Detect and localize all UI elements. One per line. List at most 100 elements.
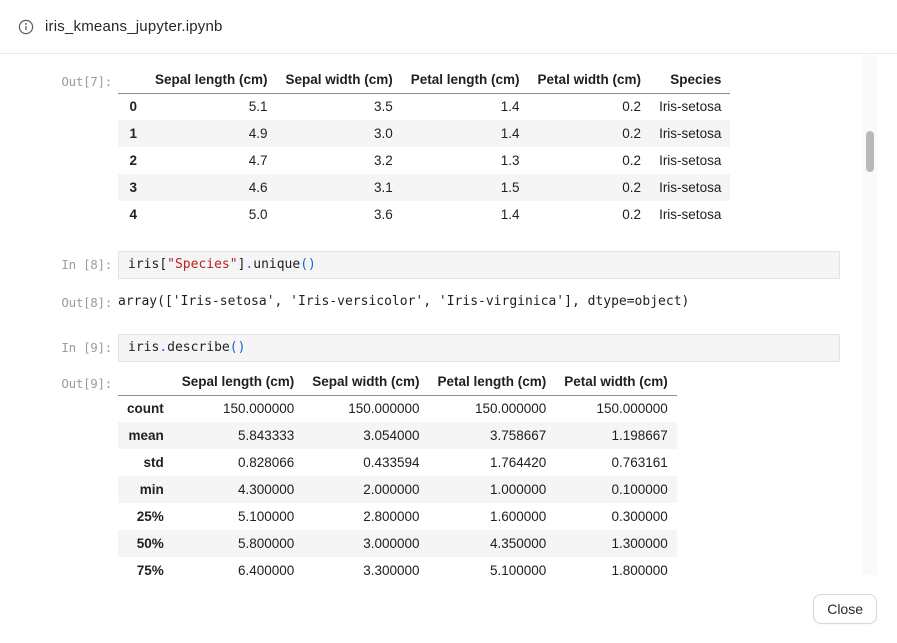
table-cell: 0.300000 [555, 503, 677, 530]
code-token-plain: [ [159, 257, 167, 272]
table-cell: 1.764420 [429, 449, 556, 476]
table-header-row: Sepal length (cm)Sepal width (cm)Petal l… [118, 68, 730, 93]
table-row: 45.03.61.40.2Iris-setosa [118, 201, 730, 228]
table-cell: 3.300000 [303, 557, 428, 575]
table-cell: 5.843333 [173, 422, 304, 449]
code-token-paren: ) [308, 257, 316, 272]
code-input: iris["Species"].unique() [118, 251, 840, 279]
modal-footer: Close [0, 575, 897, 643]
table-cell: 5.100000 [173, 503, 304, 530]
dataframe-head-table: Sepal length (cm)Sepal width (cm)Petal l… [118, 68, 730, 228]
cell-out7: Out[7]: Sepal length (cm)Sepal width (cm… [0, 68, 897, 228]
table-cell: 1.4 [402, 201, 529, 228]
file-preview-modal: iris_kmeans_jupyter.ipynb Out[7]: Sepal … [0, 0, 897, 643]
code-token-paren: ( [230, 340, 238, 355]
row-index: 25% [118, 503, 173, 530]
table-cell: Iris-setosa [650, 120, 730, 147]
table-row: 24.73.21.30.2Iris-setosa [118, 147, 730, 174]
table-cell: 3.054000 [303, 422, 428, 449]
code-token-plain: describe [167, 340, 230, 355]
row-index: min [118, 476, 173, 503]
table-cell: 0.828066 [173, 449, 304, 476]
table-cell: 4.9 [146, 120, 277, 147]
vertical-scrollbar-track[interactable] [863, 55, 877, 575]
table-cell: 1.4 [402, 93, 529, 120]
close-button[interactable]: Close [813, 594, 877, 624]
text-output: array(['Iris-setosa', 'Iris-versicolor',… [118, 289, 689, 309]
column-header: Petal length (cm) [402, 68, 529, 93]
table-cell: Iris-setosa [650, 174, 730, 201]
column-header [118, 68, 146, 93]
code-token-plain: iris [128, 340, 159, 355]
table-cell: 3.758667 [429, 422, 556, 449]
table-cell: 1.3 [402, 147, 529, 174]
table-row: 50%5.8000003.0000004.3500001.300000 [118, 530, 677, 557]
table-cell: 1.5 [402, 174, 529, 201]
table-cell: 3.000000 [303, 530, 428, 557]
table-cell: Iris-setosa [650, 201, 730, 228]
column-header [118, 370, 173, 395]
table-cell: 1.300000 [555, 530, 677, 557]
code-token-paren: ( [300, 257, 308, 272]
row-index: 4 [118, 201, 146, 228]
column-header: Petal length (cm) [429, 370, 556, 395]
table-cell: 3.2 [277, 147, 402, 174]
table-cell: 5.1 [146, 93, 277, 120]
modal-header: iris_kmeans_jupyter.ipynb [0, 0, 897, 54]
table-cell: 1.600000 [429, 503, 556, 530]
table-header-row: Sepal length (cm)Sepal width (cm)Petal l… [118, 370, 677, 395]
table-cell: 5.100000 [429, 557, 556, 575]
file-title: iris_kmeans_jupyter.ipynb [45, 18, 223, 35]
table-cell: 1.800000 [555, 557, 677, 575]
table-cell: 5.800000 [173, 530, 304, 557]
cell-in9: In [9]: iris.describe() [0, 334, 897, 362]
table-cell: Iris-setosa [650, 93, 730, 120]
column-header: Petal width (cm) [529, 68, 651, 93]
row-index: 75% [118, 557, 173, 575]
table-row: 05.13.51.40.2Iris-setosa [118, 93, 730, 120]
code-token-operator: . [159, 340, 167, 355]
table-cell: 4.350000 [429, 530, 556, 557]
table-cell: 3.0 [277, 120, 402, 147]
table-cell: 5.0 [146, 201, 277, 228]
table-cell: 0.100000 [555, 476, 677, 503]
column-header: Sepal length (cm) [173, 370, 304, 395]
column-header: Sepal width (cm) [303, 370, 428, 395]
table-cell: 0.2 [529, 147, 651, 174]
input-prompt: In [9]: [0, 334, 112, 355]
table-row: 14.93.01.40.2Iris-setosa [118, 120, 730, 147]
row-index: count [118, 395, 173, 422]
table-row: min4.3000002.0000001.0000000.100000 [118, 476, 677, 503]
notebook-preview-scroll-area[interactable]: Out[7]: Sepal length (cm)Sepal width (cm… [0, 55, 897, 575]
table-cell: 3.5 [277, 93, 402, 120]
table-cell: 0.763161 [555, 449, 677, 476]
table-cell: 0.2 [529, 120, 651, 147]
table-row: 25%5.1000002.8000001.6000000.300000 [118, 503, 677, 530]
table-row: 34.63.11.50.2Iris-setosa [118, 174, 730, 201]
row-index: 2 [118, 147, 146, 174]
row-index: 0 [118, 93, 146, 120]
table-cell: 0.2 [529, 174, 651, 201]
output-prompt: Out[8]: [0, 289, 112, 310]
table-cell: 6.400000 [173, 557, 304, 575]
table-cell: 4.300000 [173, 476, 304, 503]
table-cell: 150.000000 [429, 395, 556, 422]
output-prompt: Out[7]: [0, 68, 112, 89]
column-header: Petal width (cm) [555, 370, 677, 395]
table-cell: 2.000000 [303, 476, 428, 503]
table-cell: 4.6 [146, 174, 277, 201]
output-prompt: Out[9]: [0, 370, 112, 391]
column-header: Sepal length (cm) [146, 68, 277, 93]
row-index: 3 [118, 174, 146, 201]
table-cell: 0.2 [529, 201, 651, 228]
code-token-string: "Species" [167, 257, 237, 272]
code-input: iris.describe() [118, 334, 840, 362]
dataframe-describe-table: Sepal length (cm)Sepal width (cm)Petal l… [118, 370, 677, 575]
table-cell: 3.6 [277, 201, 402, 228]
vertical-scrollbar-thumb[interactable] [866, 131, 874, 172]
table-row: std0.8280660.4335941.7644200.763161 [118, 449, 677, 476]
column-header: Sepal width (cm) [277, 68, 402, 93]
cell-out8: Out[8]: array(['Iris-setosa', 'Iris-vers… [0, 289, 897, 310]
row-index: mean [118, 422, 173, 449]
table-cell: 3.1 [277, 174, 402, 201]
